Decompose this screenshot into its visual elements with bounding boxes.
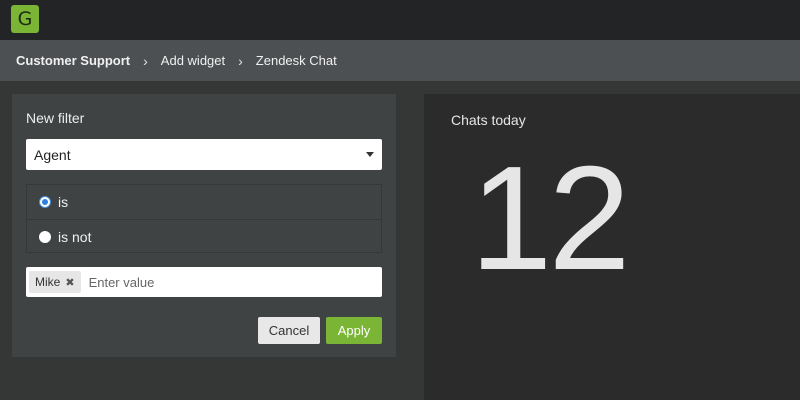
breadcrumb: Customer Support › Add widget › Zendesk … xyxy=(0,40,800,81)
value-tag: Mike ✖ xyxy=(29,271,81,293)
widget-value: 12 xyxy=(470,136,631,301)
operator-radio-group: is is not xyxy=(26,184,382,253)
remove-tag-icon[interactable]: ✖ xyxy=(65,276,74,289)
top-bar: G xyxy=(0,0,800,40)
widget-title: Chats today xyxy=(451,112,526,128)
value-tag-input[interactable]: Mike ✖ xyxy=(26,267,382,297)
apply-button[interactable]: Apply xyxy=(326,317,382,344)
breadcrumb-item-customer-support[interactable]: Customer Support xyxy=(16,53,130,68)
chevron-right-icon: › xyxy=(143,52,148,69)
app-logo[interactable]: G xyxy=(11,5,39,33)
caret-down-icon xyxy=(366,152,374,157)
breadcrumb-item-add-widget[interactable]: Add widget xyxy=(161,53,225,68)
operator-option-is-not[interactable]: is not xyxy=(27,219,381,253)
cancel-button[interactable]: Cancel xyxy=(258,317,320,344)
breadcrumb-item-zendesk-chat: Zendesk Chat xyxy=(255,53,337,68)
field-select-value: Agent xyxy=(34,146,71,163)
filter-panel-title: New filter xyxy=(26,110,85,126)
operator-option-label: is xyxy=(58,194,69,210)
radio-button-unchecked[interactable] xyxy=(39,230,51,243)
operator-option-label: is not xyxy=(58,228,92,245)
chats-today-widget: Chats today 12 xyxy=(424,94,800,400)
field-select[interactable]: Agent xyxy=(26,139,382,170)
value-tag-label: Mike xyxy=(35,275,61,289)
operator-option-is[interactable]: is xyxy=(27,185,381,219)
filter-panel: New filter Agent is is not Mike ✖ Cancel… xyxy=(12,94,396,357)
chevron-right-icon: › xyxy=(238,52,243,69)
value-input[interactable] xyxy=(88,274,339,290)
radio-button-checked[interactable] xyxy=(39,196,51,208)
